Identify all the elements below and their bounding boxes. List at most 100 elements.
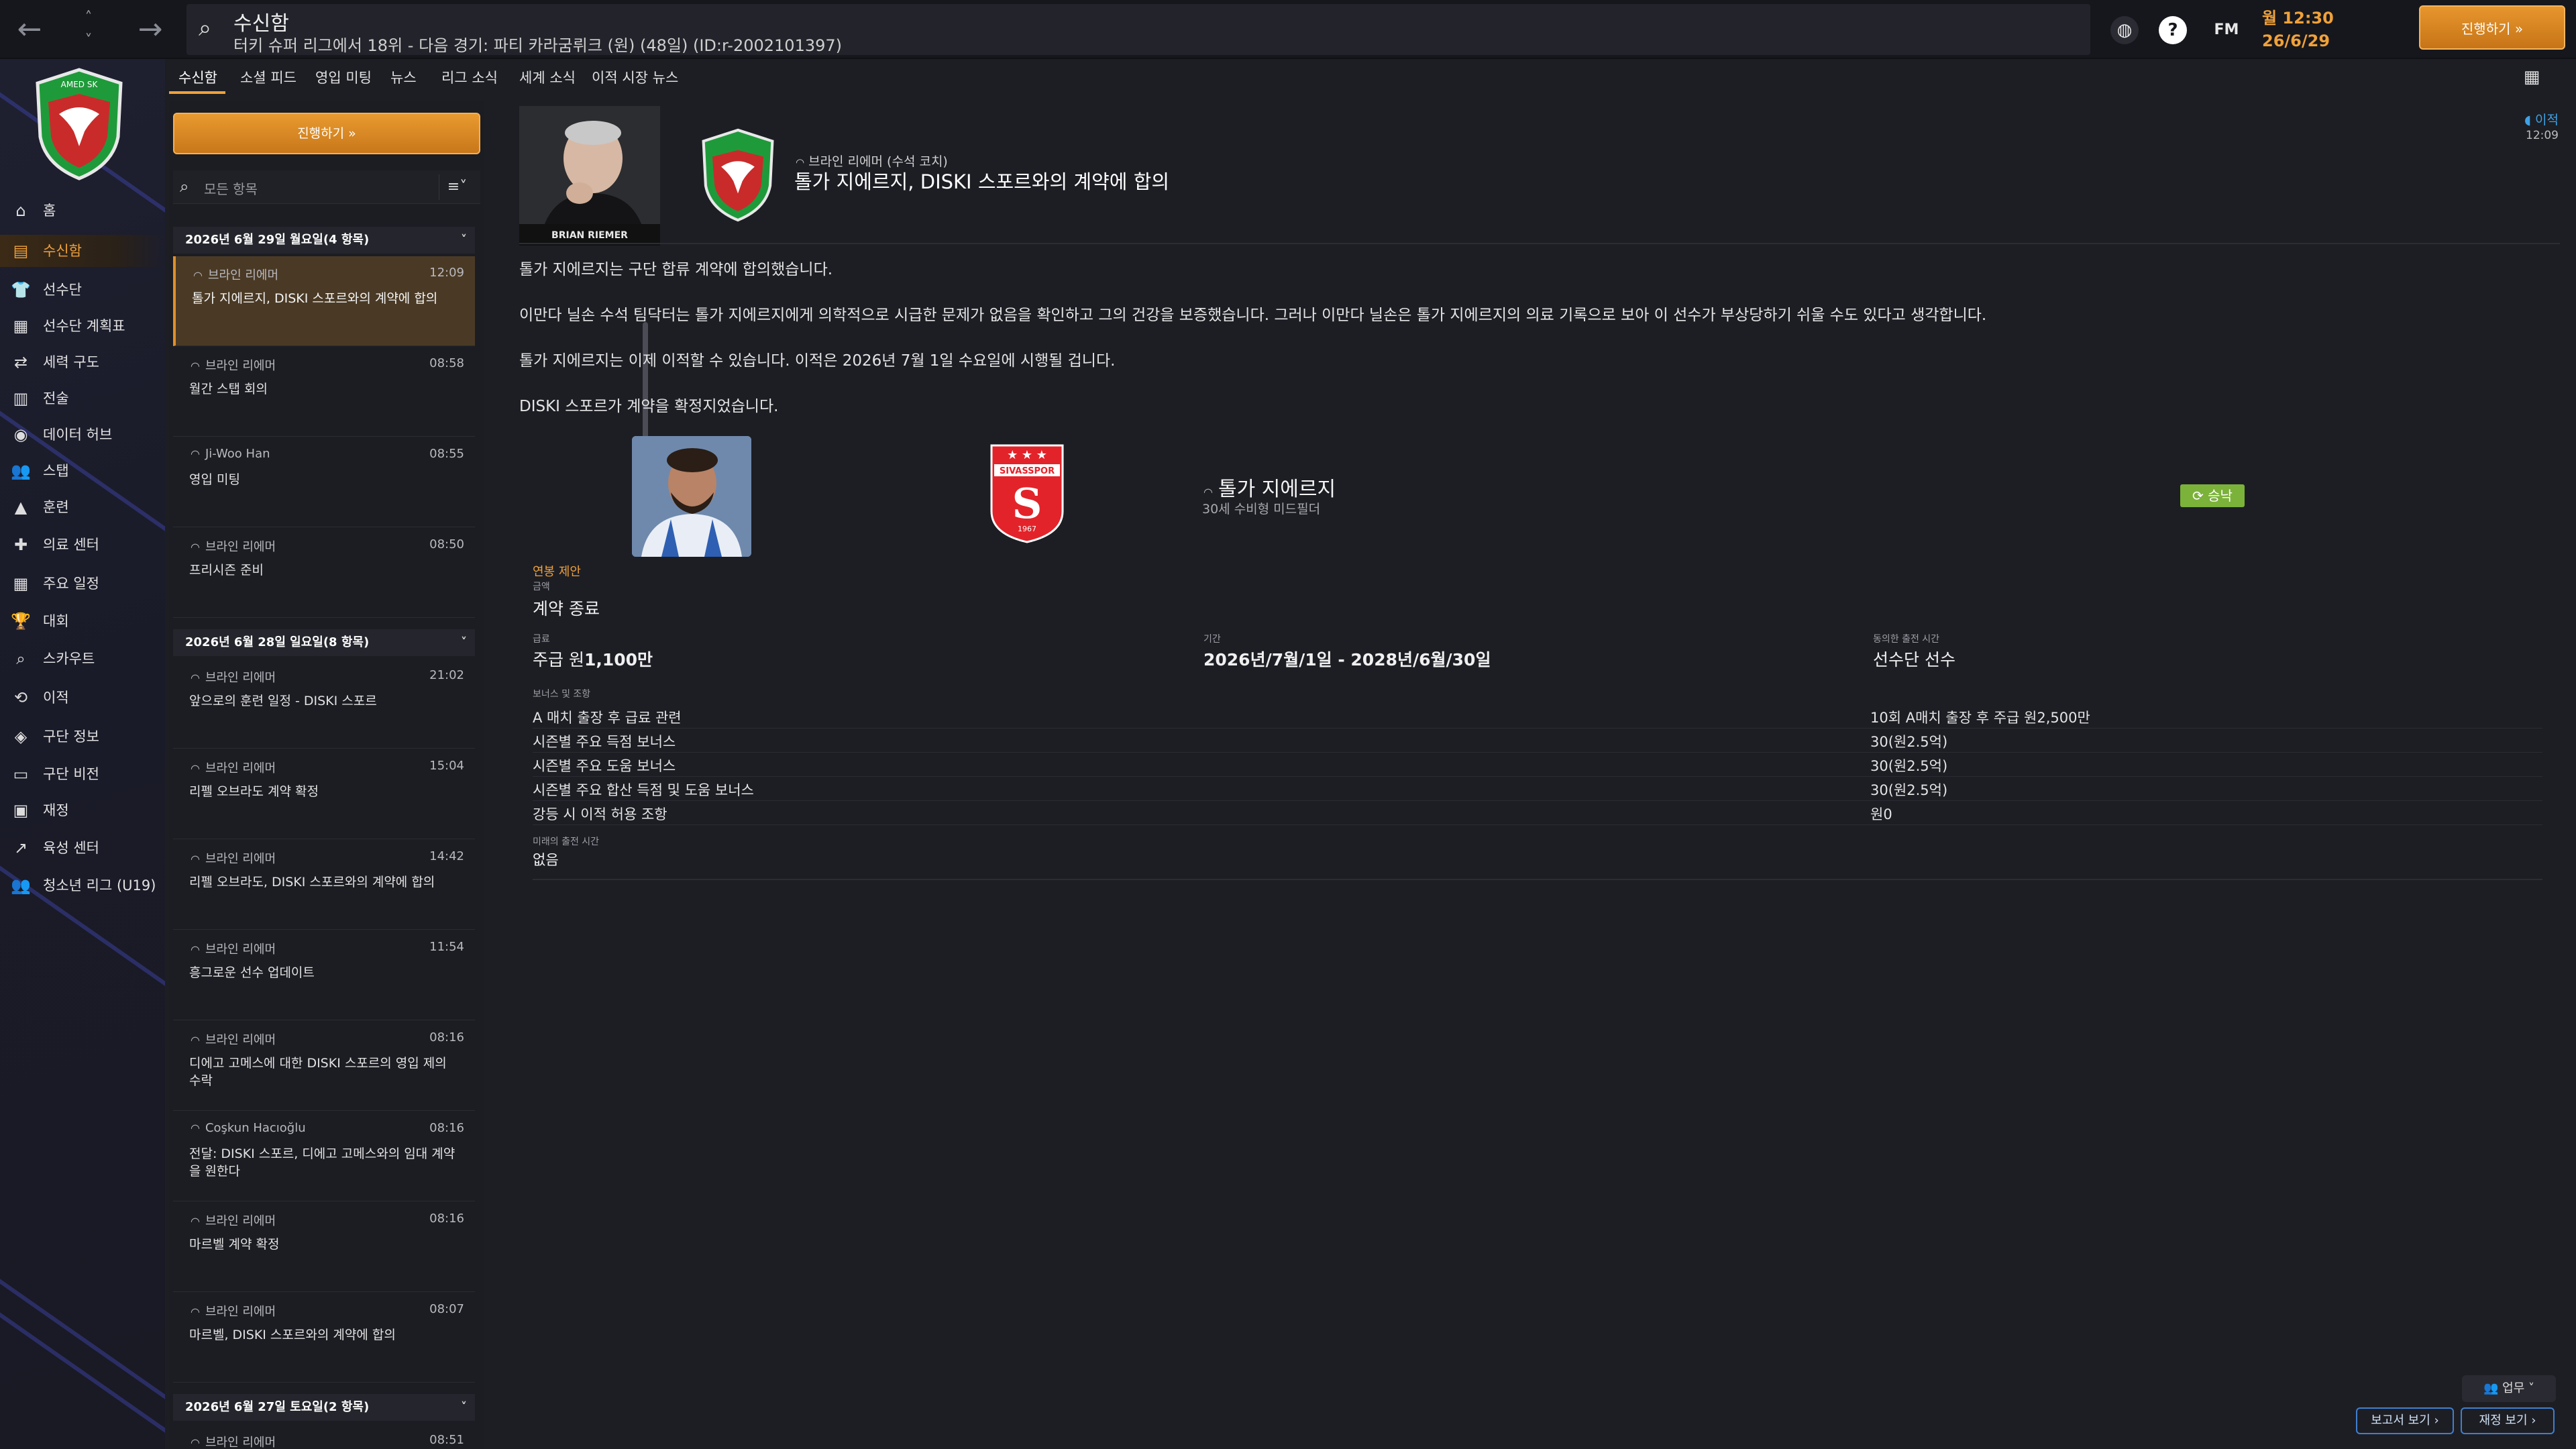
sidebar-item-finances[interactable]: ▣ 재정 (0, 794, 165, 826)
active-tab-indicator (169, 91, 225, 94)
message-detail: BRIAN RIEMER ◠ 브라인 리에머 (수석 코치) 톨가 지에르지, D… (503, 101, 2569, 1449)
bonus-section-label: 보너스 및 조항 (533, 689, 591, 700)
sidebar-item-data-hub[interactable]: ◉ 데이터 허브 (0, 419, 165, 451)
inbox-message[interactable]: ◠ 브라인 리에머 15:04 리펠 오브라도 계약 확정 (173, 749, 475, 839)
crest-year: 1967 (1018, 525, 1036, 533)
sidebar-item-medical[interactable]: ✚ 의료 센터 (0, 529, 165, 561)
sivasspor-crest[interactable]: ★ ★ ★ SIVASSPOR S 1967 (987, 441, 1067, 543)
day-group-header[interactable]: 2026년 6월 29일 월요일(4 항목) ˅ (173, 227, 475, 254)
sidebar-item-development[interactable]: ↗ 육성 센터 (0, 832, 165, 864)
sender-photo-caption: BRIAN RIEMER (551, 230, 628, 241)
person-icon: ◠ (191, 672, 200, 684)
day-group-header[interactable]: 2026년 6월 27일 토요일(2 항목) ˅ (173, 1394, 475, 1421)
inbox-message[interactable]: ◠ 브라인 리에머 08:07 마르벨, DISKI 스포르와의 계약에 합의 (173, 1293, 475, 1383)
club-crest-icon[interactable]: ◍ (2110, 16, 2139, 44)
back-arrow-icon[interactable]: ← (9, 9, 50, 50)
inbox-message[interactable]: ◠ 브라인 리에머 14:42 리펠 오브라도, DISKI 스포르와의 계약에 합의 (173, 840, 475, 930)
playing-time-label: 동의한 출전 시간 (1873, 634, 1940, 645)
sidebar-item-transfers[interactable]: ⟲ 이적 (0, 682, 165, 714)
inbox-message[interactable]: ◠ 브라인 리에머 08:16 디에고 고메스에 대한 DISKI 스포르의 영입 제… (173, 1021, 475, 1111)
sender-name: 브라인 리에머 (205, 671, 276, 685)
search-bar[interactable]: ⌕ 수신함 터키 슈퍼 리그에서 18위 - 다음 경기: 파티 카라굼뤼크 (… (186, 4, 2090, 55)
bonus-row: 시즌별 주요 합산 득점 및 도움 보너스 30(원2.5억) (533, 777, 2542, 801)
sidebar-item-dynamics[interactable]: ⇄ 세력 구도 (0, 346, 165, 378)
message-subject: 영입 미팅 (189, 472, 240, 487)
offer-section-label: 연봉 제안 (533, 565, 581, 579)
sidebar-item-squad[interactable]: 👕 선수단 (0, 274, 165, 306)
message-time: 12:09 (429, 266, 464, 280)
inbox-message[interactable]: ◠ 브라인 리에머 12:09 톨가 지에르지, DISKI 스포르와의 계약에 합의 (173, 256, 475, 346)
tab-6[interactable]: 이적 시장 뉴스 (592, 67, 678, 87)
youth-league-icon: 👥 (11, 876, 31, 895)
sidebar-item-staff[interactable]: 👥 스탭 (0, 455, 165, 487)
view-report-button[interactable]: 보고서 보기 › (2356, 1407, 2454, 1434)
layout-toggle-icon[interactable]: ▦ (2520, 67, 2544, 87)
inbox-message[interactable]: ◠ Coşkun Hacıoğlu 08:16 전달: DISKI 스포르, 디에고 … (173, 1112, 475, 1201)
history-updown-icon[interactable]: ˄ ˅ (78, 7, 99, 54)
squad-planner-icon: ▦ (13, 317, 29, 335)
player-name[interactable]: ◠ 톨가 지에르지 (1203, 472, 1336, 502)
inbox-message[interactable]: ◠ 브라인 리에머 08:50 프리시즌 준비 (173, 528, 475, 618)
sidebar-item-label: 의료 센터 (43, 537, 99, 553)
tab-3[interactable]: 뉴스 (390, 67, 417, 87)
tab-0[interactable]: 수신함 (178, 67, 217, 87)
inbox-message[interactable]: ◠ 브라인 리에머 08:58 월간 스탭 회의 (173, 347, 475, 437)
forward-arrow-icon[interactable]: → (130, 9, 170, 50)
chevron-down-icon[interactable]: ˅ (461, 629, 467, 656)
tab-1[interactable]: 소셜 피드 (240, 67, 297, 87)
work-menu-button[interactable]: 👥 업무 ˅ (2462, 1375, 2556, 1402)
inbox-message[interactable]: ◠ 브라인 리에머 08:16 마르벨 계약 확정 (173, 1202, 475, 1292)
sidebar-item-inbox[interactable]: ▤ 수신함 (0, 235, 165, 267)
continue-button[interactable]: 진행하기 » (2419, 5, 2565, 50)
bonus-label: 시즌별 주요 득점 보너스 (533, 734, 676, 750)
sidebar-item-label: 선수단 (43, 282, 82, 298)
inbox-message[interactable]: ◠ Ji-Woo Han 08:55 영입 미팅 (173, 437, 475, 527)
player-description: 30세 수비형 미드필더 (1202, 502, 1321, 517)
chevron-down-icon[interactable]: ˅ (461, 227, 467, 254)
sidebar-item-competitions[interactable]: 🏆 대회 (0, 605, 165, 637)
dynamics-icon: ⇄ (13, 353, 28, 372)
sidebar-item-club-info[interactable]: ◈ 구단 정보 (0, 720, 165, 753)
inbox-message[interactable]: ◠ 브라인 리에머 21:02 앞으로의 훈련 일정 - DISKI 스포르 (173, 659, 475, 749)
svg-text:S: S (1012, 479, 1042, 528)
schedule-icon: ▦ (13, 574, 29, 593)
sender-name: 브라인 리에머 (205, 1436, 276, 1449)
sidebar-item-youth-league[interactable]: 👥 청소년 리그 (U19) (0, 869, 165, 902)
sidebar-item-club-vision[interactable]: ▭ 구단 비전 (0, 758, 165, 790)
day-group-label: 2026년 6월 29일 월요일(4 항목) (185, 233, 370, 247)
search-icon: ⌕ (180, 177, 189, 196)
view-finance-button[interactable]: 재정 보기 › (2461, 1407, 2555, 1434)
inbox-filter[interactable]: ⌕ 모든 항목 ≡˅ (173, 170, 480, 204)
sidebar-item-label: 육성 센터 (43, 840, 99, 856)
training-icon: ▲ (14, 498, 28, 517)
tab-4[interactable]: 리그 소식 (441, 67, 498, 87)
tab-5[interactable]: 세계 소식 (519, 67, 576, 87)
day-group-header[interactable]: 2026년 6월 28일 일요일(8 항목) ˅ (173, 629, 475, 656)
sidebar-item-squad-planner[interactable]: ▦ 선수단 계획표 (0, 310, 165, 342)
game-date: 26/6/29 (2262, 32, 2330, 50)
sidebar-item-label: 세력 구도 (43, 354, 99, 370)
chevron-down-icon[interactable]: ˅ (461, 1394, 467, 1421)
tab-2[interactable]: 영입 미팅 (315, 67, 372, 87)
message-paragraph: 이만다 닐손 수석 팀닥터는 톨가 지에르지에게 의학적으로 시급한 문제가 없… (519, 307, 1987, 324)
filter-menu-icon[interactable]: ≡˅ (439, 174, 475, 200)
sidebar-item-scouting[interactable]: ⌕ 스카우트 (0, 643, 165, 675)
page-subtitle: 터키 슈퍼 리그에서 18위 - 다음 경기: 파티 카라굼뤼크 (원) (48… (233, 36, 843, 55)
sidebar-item-home[interactable]: ⌂ 홈 (0, 195, 165, 227)
sidebar-item-schedule[interactable]: ▦ 주요 일정 (0, 568, 165, 600)
club-logo[interactable]: AMED SK (32, 67, 126, 181)
home-icon: ⌂ (15, 201, 26, 220)
development-icon: ↗ (13, 839, 28, 857)
inbox-message[interactable]: ◠ 브라인 리에머 08:51 (173, 1424, 475, 1449)
inbox-continue-button[interactable]: 진행하기 » (173, 113, 480, 154)
player-photo[interactable] (632, 436, 751, 557)
sidebar-item-tactics[interactable]: ▥ 전술 (0, 382, 165, 415)
transfer-tag[interactable]: ◖ 이적 (2524, 110, 2559, 128)
sidebar-item-training[interactable]: ▲ 훈련 (0, 491, 165, 523)
filter-input[interactable]: 모든 항목 (204, 178, 258, 198)
footer-buttons: 보고서 보기 › 재정 보기 › (2356, 1407, 2557, 1437)
fm-menu-icon[interactable]: FM (2207, 16, 2246, 44)
inbox-message[interactable]: ◠ 브라인 리에머 11:54 흥그로운 선수 업데이트 (173, 930, 475, 1020)
game-date-time[interactable]: 월 12:30 26/6/29 (2262, 7, 2334, 52)
help-icon[interactable]: ? (2159, 16, 2187, 44)
